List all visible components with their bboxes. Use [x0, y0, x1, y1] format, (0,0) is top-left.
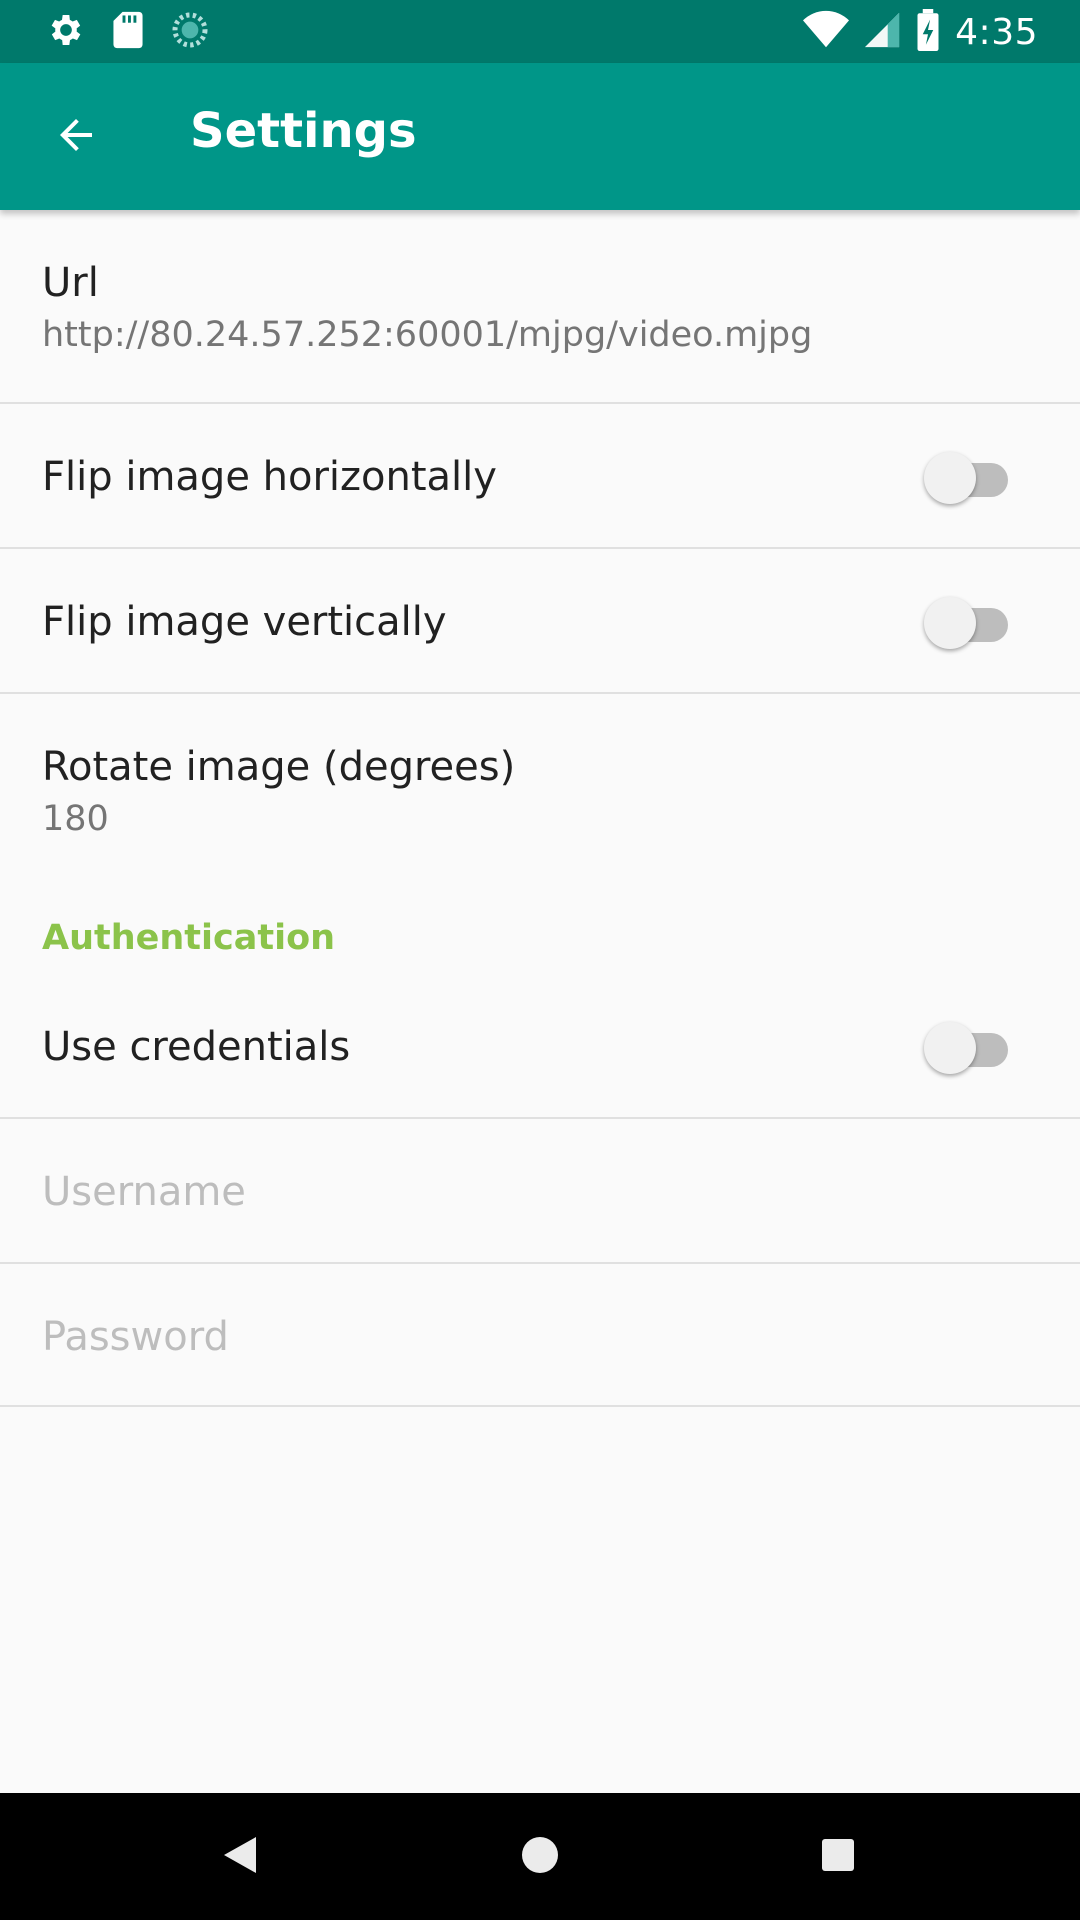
username-preference[interactable]: Username [0, 1119, 1080, 1264]
wifi-icon [803, 10, 850, 54]
nav-recents-button[interactable] [802, 1821, 874, 1893]
url-value: http://80.24.57.252:60001/mjpg/video.mjp… [42, 315, 813, 355]
arrow-back-icon [52, 111, 100, 163]
password-preference[interactable]: Password [0, 1264, 1080, 1407]
rotate-title: Rotate image (degrees) [42, 744, 516, 790]
authentication-header: Authentication [42, 918, 336, 958]
rotate-preference[interactable]: Rotate image (degrees) 180 [0, 694, 1080, 892]
app-toolbar: Settings [0, 63, 1080, 210]
settings-icon [46, 10, 86, 54]
flip-vertical-title: Flip image vertically [42, 599, 447, 645]
switch-thumb [924, 597, 976, 649]
sync-icon [170, 10, 210, 54]
username-title: Username [42, 1169, 246, 1215]
url-preference[interactable]: Url http://80.24.57.252:60001/mjpg/video… [0, 210, 1080, 404]
flip-horizontal-title: Flip image horizontally [42, 454, 497, 500]
use-credentials-preference[interactable]: Use credentials [0, 982, 1080, 1119]
settings-screen: 4:35 Settings Url http://80.24.57.252:60… [0, 0, 1080, 1920]
battery-charging-icon [915, 9, 941, 55]
page-title: Settings [190, 103, 417, 159]
authentication-category: Authentication [0, 892, 1080, 982]
status-icons-left [46, 10, 210, 54]
system-nav-bar [0, 1793, 1080, 1920]
back-triangle-icon [222, 1835, 258, 1879]
status-icons-right: 4:35 [803, 9, 1038, 55]
back-button[interactable] [36, 97, 116, 177]
switch-thumb [924, 452, 976, 504]
cell-signal-icon [863, 10, 901, 54]
url-title: Url [42, 260, 99, 306]
sd-card-icon [110, 10, 146, 54]
recents-square-icon [820, 1837, 856, 1877]
rotate-value: 180 [42, 799, 109, 839]
flip-vertical-switch[interactable] [924, 591, 1008, 651]
use-credentials-title: Use credentials [42, 1024, 351, 1070]
flip-horizontal-preference[interactable]: Flip image horizontally [0, 404, 1080, 549]
flip-horizontal-switch[interactable] [924, 446, 1008, 506]
switch-thumb [924, 1022, 976, 1074]
status-bar: 4:35 [0, 0, 1080, 63]
use-credentials-switch[interactable] [924, 1016, 1008, 1076]
nav-back-button[interactable] [204, 1821, 276, 1893]
flip-vertical-preference[interactable]: Flip image vertically [0, 549, 1080, 694]
nav-home-button[interactable] [504, 1821, 576, 1893]
password-title: Password [42, 1314, 229, 1360]
settings-list: Url http://80.24.57.252:60001/mjpg/video… [0, 210, 1080, 1407]
home-circle-icon [520, 1835, 560, 1879]
status-time: 4:35 [955, 11, 1038, 53]
